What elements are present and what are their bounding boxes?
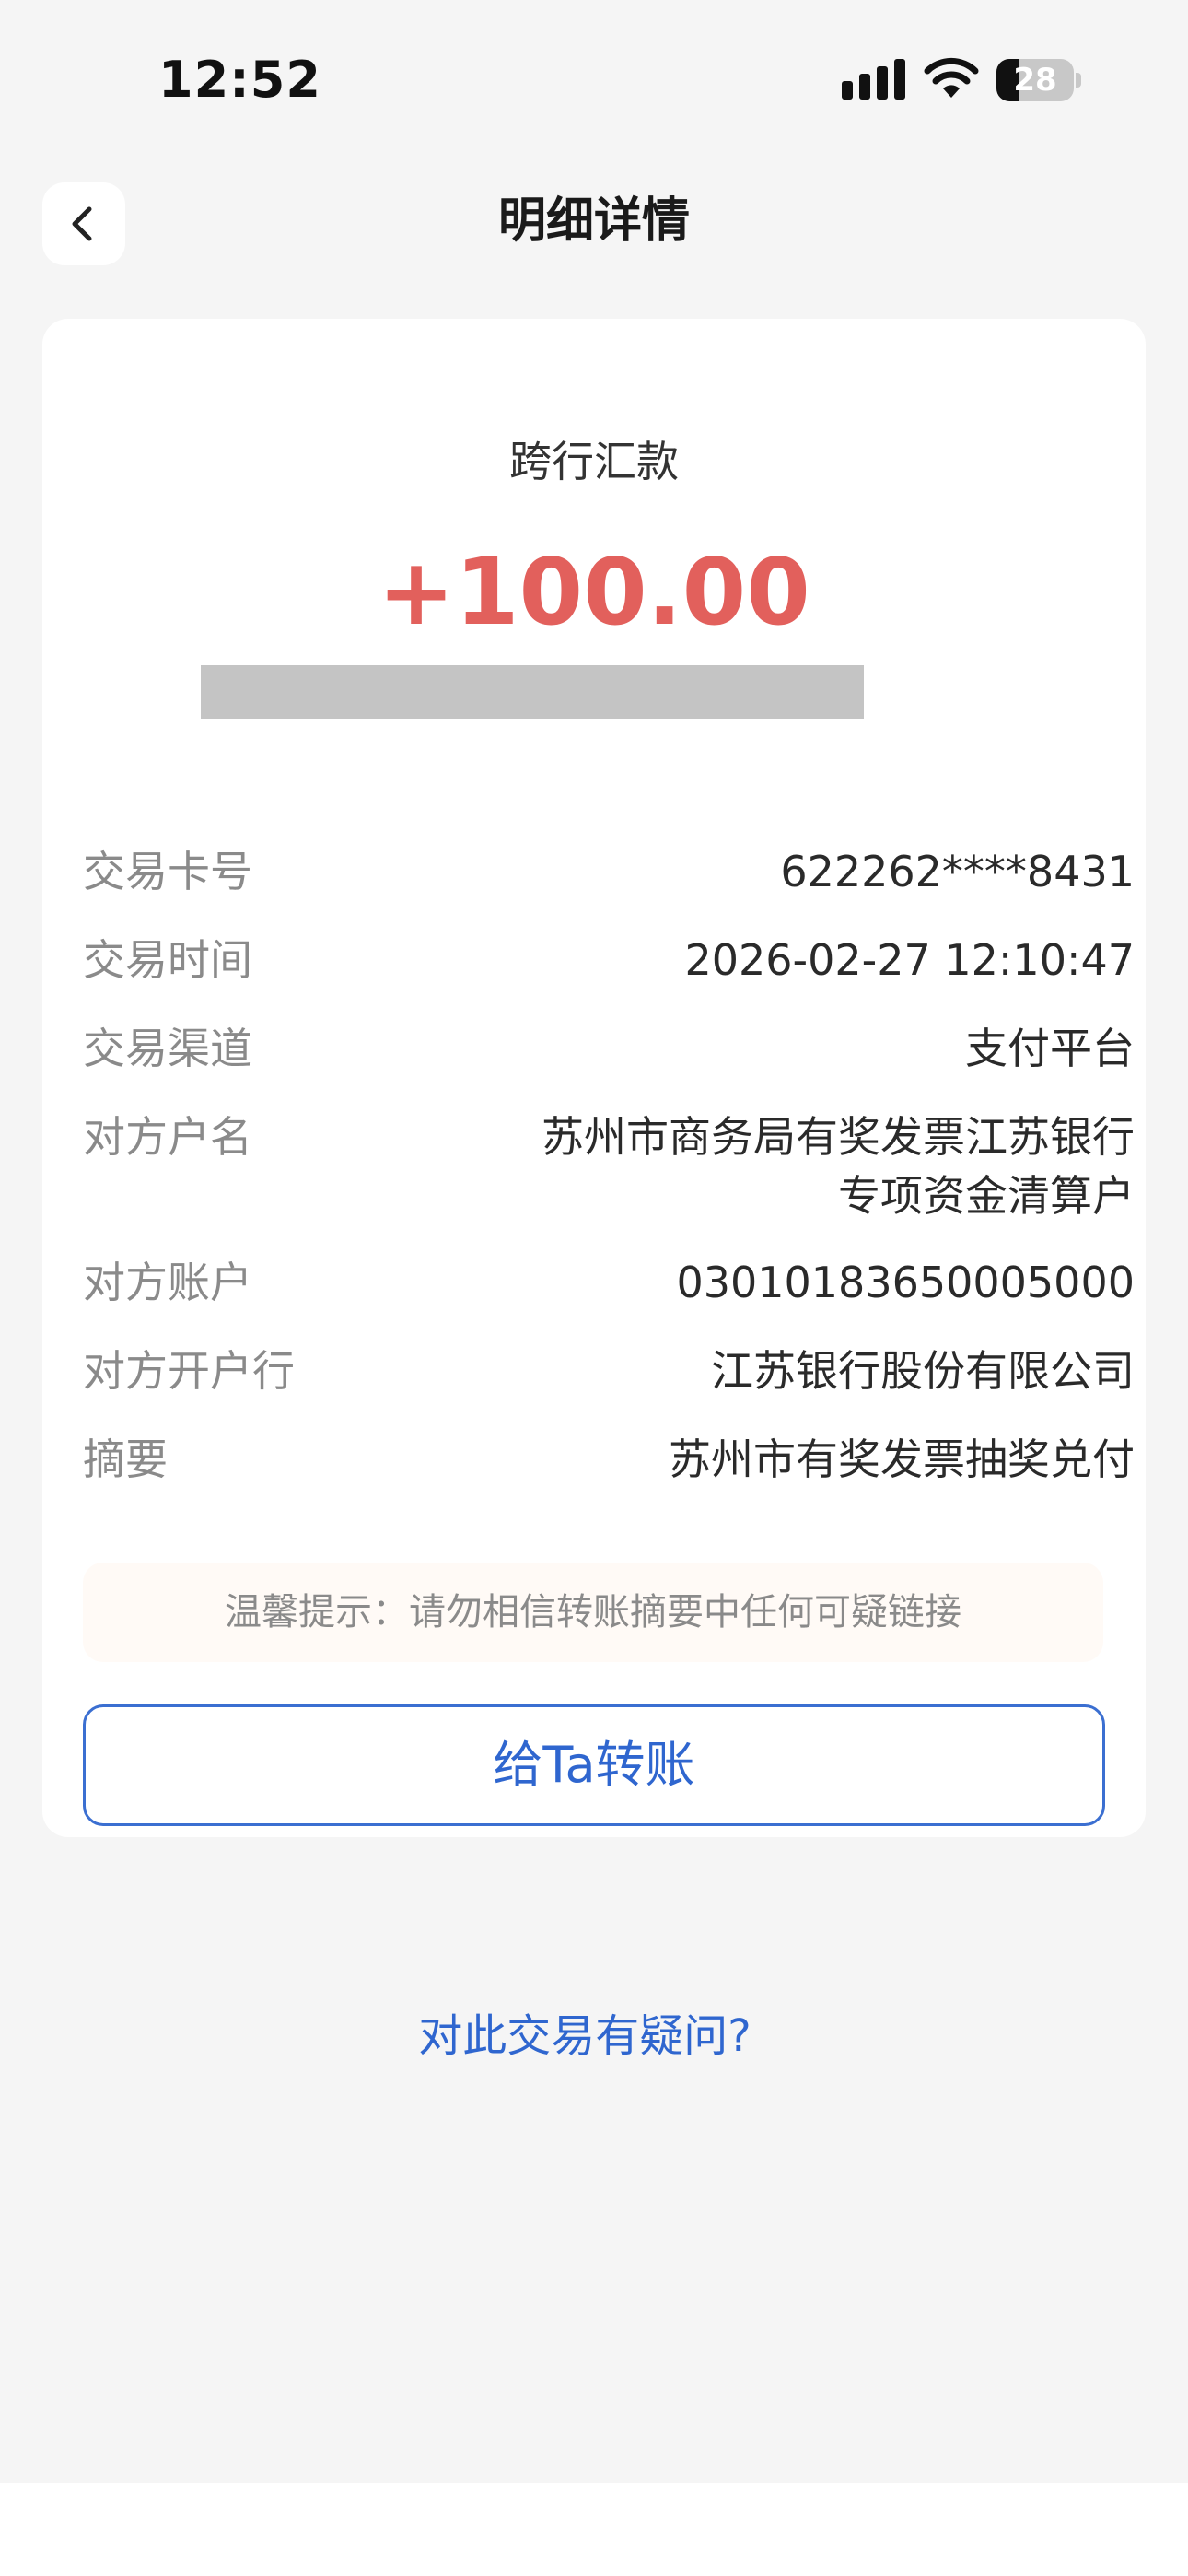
transaction-amount: +100.00: [378, 538, 810, 646]
status-bar: 12:52 28: [0, 0, 1188, 147]
detail-label: 交易渠道: [83, 1024, 252, 1073]
detail-label: 交易卡号: [83, 847, 252, 896]
transaction-type: 跨行汇款: [509, 437, 679, 486]
page-title: 明细详情: [497, 193, 690, 249]
battery-body: 28: [996, 59, 1074, 101]
detail-value: 03010183650005000: [676, 1258, 1135, 1307]
detail-label: 对方开户行: [83, 1346, 295, 1396]
detail-label: 交易时间: [83, 935, 252, 985]
detail-label: 摘要: [83, 1434, 168, 1484]
battery-tip: [1076, 73, 1081, 88]
status-time: 12:52: [158, 51, 321, 109]
detail-value: 支付平台: [965, 1024, 1135, 1073]
battery-level: 28: [1013, 62, 1057, 99]
detail-value: 2026-02-27 12:10:47: [684, 935, 1135, 985]
warning-tip: 温馨提示：请勿相信转账摘要中任何可疑链接: [83, 1563, 1103, 1662]
cellular-signal-icon: [842, 59, 905, 100]
wifi-icon: [924, 57, 979, 98]
detail-value: 苏州市商务局有奖发票江苏银行专项资金清算户: [542, 1112, 1135, 1221]
transaction-question-link[interactable]: 对此交易有疑问?: [0, 1999, 1170, 2073]
detail-value: 622262****8431: [780, 847, 1135, 896]
redacted-info-bar: [201, 665, 864, 719]
detail-label: 对方户名: [83, 1112, 252, 1162]
transfer-to-payee-button[interactable]: 给Ta转账: [83, 1704, 1105, 1826]
detail-value: 江苏银行股份有限公司: [711, 1346, 1135, 1396]
screen: 12:52 28 明细详情 跨行汇款 +100.00 交易卡号 622262**…: [0, 0, 1188, 2576]
detail-value: 苏州市有奖发票抽奖兑付: [669, 1434, 1135, 1484]
battery-icon: 28: [996, 59, 1081, 101]
transaction-detail-card: 跨行汇款 +100.00 交易卡号 622262****8431 交易时间 20…: [42, 319, 1146, 1837]
detail-label: 对方账户: [83, 1258, 252, 1307]
